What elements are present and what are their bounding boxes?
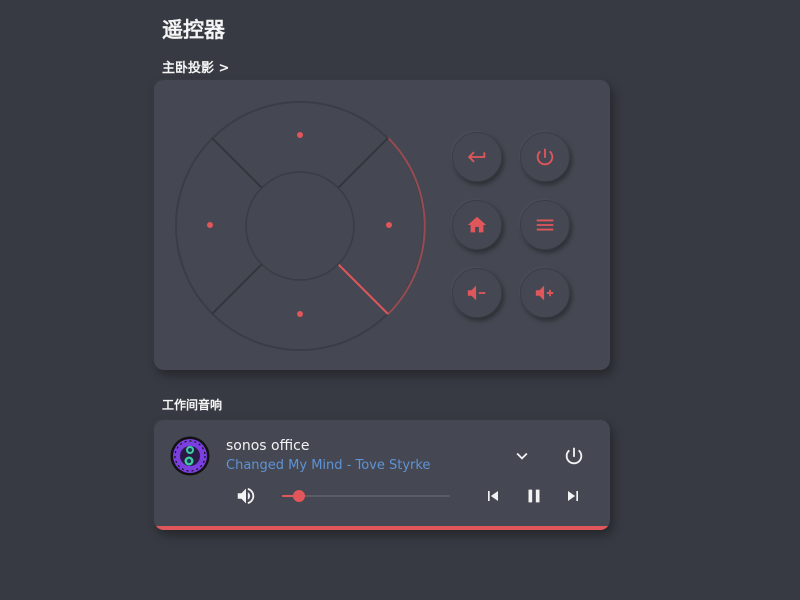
skip-previous-icon: [488, 491, 498, 501]
dpad: [174, 100, 426, 352]
volume-slider-thumb[interactable]: [292, 490, 305, 502]
power-button[interactable]: [520, 132, 570, 182]
volume-up-button[interactable]: [520, 268, 570, 318]
dpad-right-button[interactable]: [386, 222, 392, 228]
next-track-button[interactable]: [559, 482, 587, 510]
volume-slider[interactable]: [282, 490, 450, 502]
player-power-button[interactable]: [560, 442, 588, 470]
previous-track-button[interactable]: [479, 482, 507, 510]
volume-icon: [237, 487, 255, 505]
remote-card: [154, 80, 610, 370]
home-button[interactable]: [452, 200, 502, 250]
skip-next-icon: [568, 491, 578, 501]
volume-up-icon: [535, 285, 554, 301]
dpad-center-button[interactable]: [245, 171, 355, 281]
dpad-up-button[interactable]: [297, 132, 303, 138]
album-art[interactable]: [170, 436, 210, 476]
back-button[interactable]: [452, 132, 502, 182]
mute-button[interactable]: [232, 482, 260, 510]
pause-icon: [528, 489, 540, 503]
album-art-image: [170, 436, 210, 476]
chevron-down-icon: [516, 452, 528, 460]
track-title: Changed My Mind - Tove Styrke: [226, 458, 431, 473]
pause-button[interactable]: [520, 482, 548, 510]
dpad-svg: [175, 101, 426, 351]
volume-down-button[interactable]: [452, 268, 502, 318]
page: 遥控器 主卧投影 > 工作间音响 sonos office Changed My…: [0, 0, 800, 600]
dpad-down-button[interactable]: [297, 311, 303, 317]
player-name: sonos office: [226, 438, 310, 454]
menu-icon: [536, 219, 554, 231]
power-icon: [536, 148, 554, 166]
page-title: 遥控器: [162, 18, 225, 42]
remote-section-title[interactable]: 主卧投影 >: [162, 57, 229, 76]
volume-down-icon: [467, 285, 486, 301]
media-section-title: 工作间音响: [162, 398, 223, 412]
home-icon: [467, 216, 487, 233]
media-progress-bar: [154, 526, 610, 530]
power-icon: [565, 447, 583, 465]
dpad-left-button[interactable]: [207, 222, 213, 228]
expand-button[interactable]: [508, 442, 536, 470]
remote-button-grid: [452, 132, 572, 320]
return-icon: [467, 151, 486, 163]
media-player-card: sonos office Changed My Mind - Tove Styr…: [154, 420, 610, 530]
menu-button[interactable]: [520, 200, 570, 250]
